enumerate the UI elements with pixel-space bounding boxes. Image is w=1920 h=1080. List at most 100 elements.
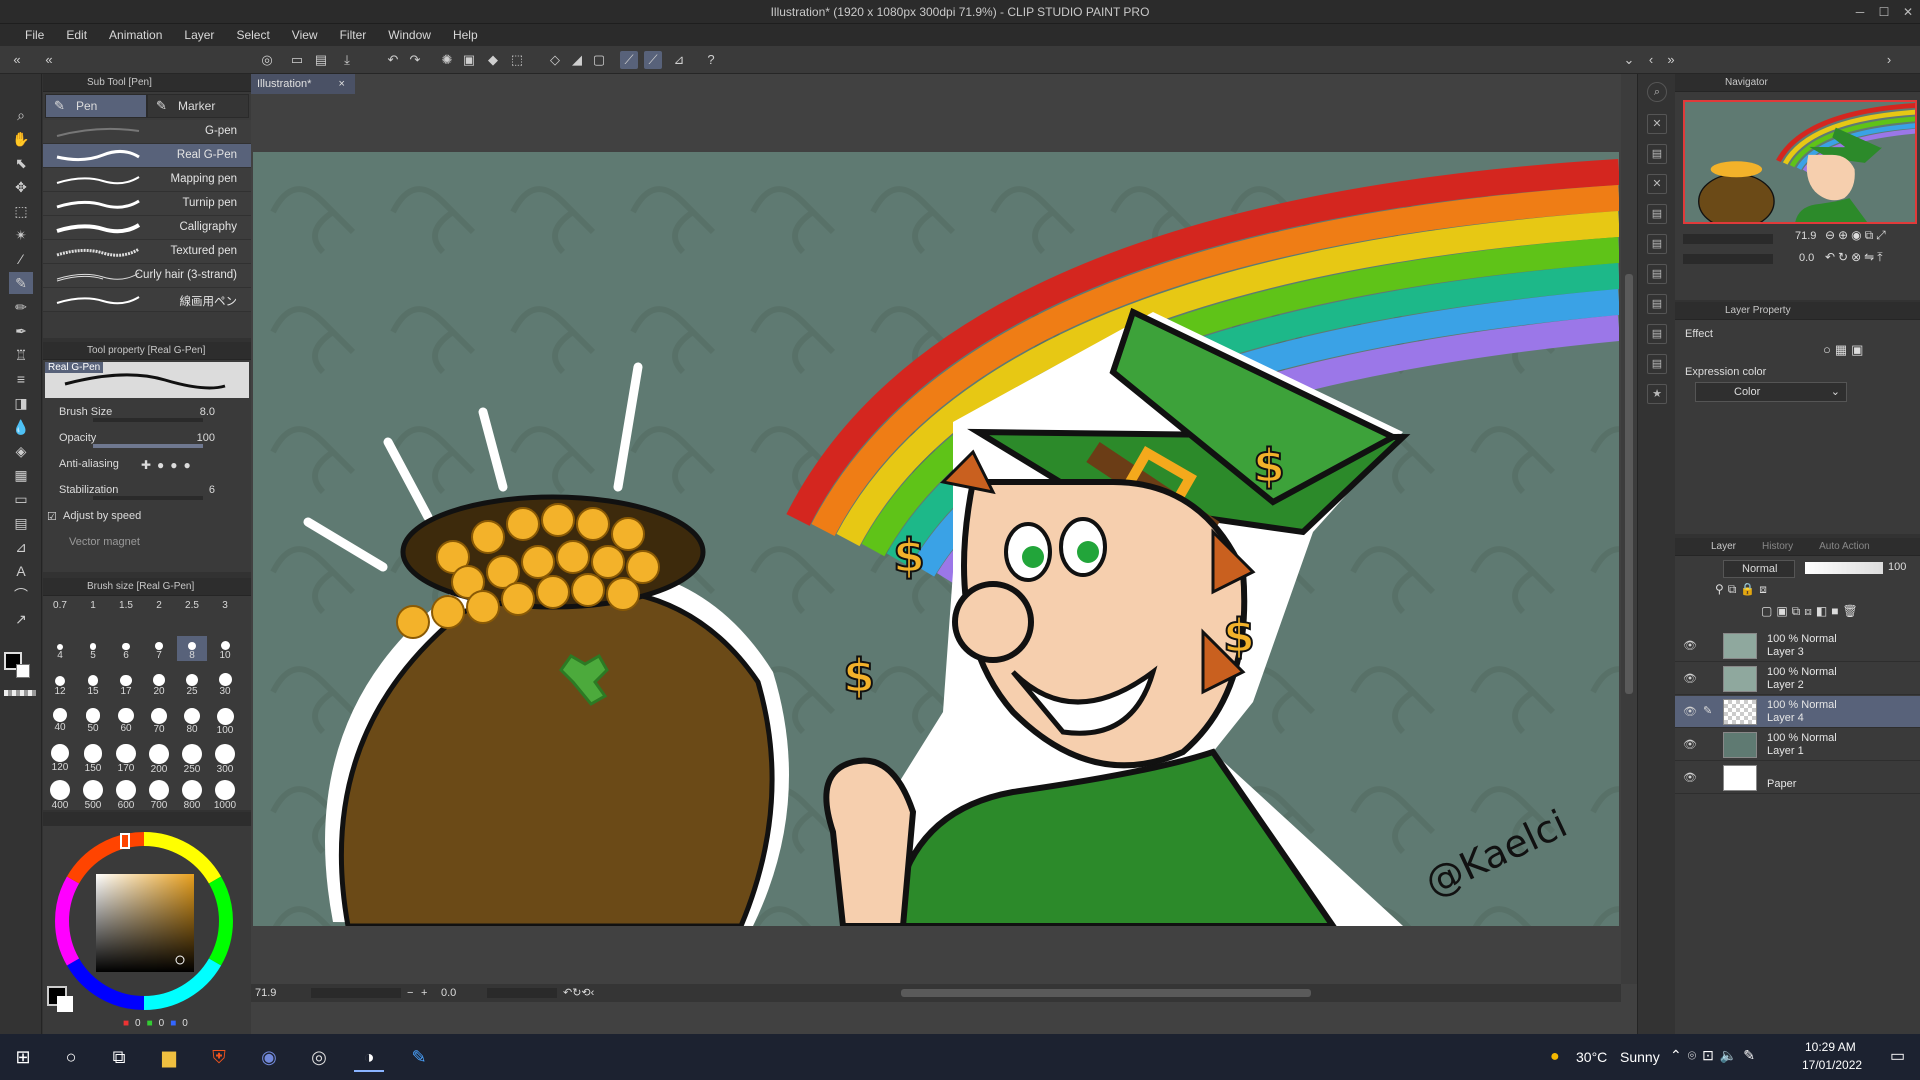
new-file-icon[interactable]: ▭ [288,51,306,69]
notification-icon[interactable]: ▭ [1890,1046,1905,1066]
menu-layer[interactable]: Layer [173,24,225,46]
material-icon[interactable]: ✕ [1647,114,1667,134]
brush-size-option[interactable]: 80 [177,708,207,735]
brush-size-row[interactable]: Brush Size 8.0 [43,400,251,426]
search-icon[interactable]: ○ [56,1042,86,1072]
tab-history[interactable]: History [1762,538,1793,555]
correct-line-icon[interactable]: ↗ [9,608,33,630]
menu-filter[interactable]: Filter [329,24,378,46]
eye-icon[interactable]: 👁 [1683,672,1697,685]
layer-name[interactable]: Layer 3 [1767,646,1804,658]
eye-icon[interactable]: 👁 [1683,738,1697,751]
blend-tool-icon[interactable]: 💧 [9,416,33,438]
clear-icon[interactable]: ✺ [438,51,456,69]
clock-date[interactable]: 17/01/2022 [1802,1058,1862,1072]
brush-size-option[interactable]: 40 [45,708,75,733]
navigator-zoom-buttons-icon[interactable]: ⊖⊕◉⧉⤢ [1825,228,1889,243]
brush-size-option[interactable]: 200 [144,744,174,775]
pencil-tool-icon[interactable]: ✏ [9,296,33,318]
discord-icon[interactable]: ◉ [254,1042,284,1072]
navigator-rotate-slider[interactable] [1683,254,1773,264]
menu-view[interactable]: View [281,24,329,46]
collapse-icon[interactable]: « [40,51,58,69]
brush-size-option[interactable]: 10 [210,636,240,661]
brush-size-option[interactable]: 5 [78,636,108,661]
sub-color-swatch[interactable] [16,664,30,678]
transform-icon[interactable]: ⬚ [508,51,526,69]
brush-size-option[interactable]: 800 [177,780,207,811]
layer-row[interactable]: 👁 Paper [1675,762,1920,794]
expand-right-icon[interactable]: » [1662,51,1680,69]
snap-ruler-icon[interactable]: ⟋ [620,51,638,69]
brush-size-option[interactable]: 170 [111,744,141,774]
navigator-thumbnail[interactable] [1683,100,1917,224]
search-icon[interactable]: ⌕ [1647,82,1667,102]
brush-size-option[interactable]: 15 [78,672,108,697]
document-tab[interactable]: Illustration* × [251,74,355,94]
pen-item-line-art[interactable]: 線画用ペン [43,288,251,312]
move-layer-icon[interactable]: ✥ [9,176,33,198]
brush-tool-icon[interactable]: ✒ [9,320,33,342]
opacity-slider[interactable] [93,444,203,448]
brush-size-option[interactable]: 1000 [210,780,240,811]
zoom-tool-icon[interactable]: ⌕ [9,104,33,126]
selection-tool-icon[interactable]: ⬚ [9,200,33,222]
panel-menu-icon[interactable]: ⌄ [1620,51,1638,69]
sub-color-chip[interactable] [57,996,73,1012]
adjust-speed-row[interactable]: ☑ Adjust by speed [43,504,251,530]
brush-size-option[interactable]: 500 [78,780,108,811]
antialiasing-row[interactable]: Anti-aliasing ✚●●● [43,452,251,478]
stabilization-value[interactable]: 6 [209,484,215,496]
material-2-icon[interactable]: ▤ [1647,144,1667,164]
angle-value[interactable]: 0.0 [441,984,456,1002]
material-9-icon[interactable]: ▤ [1647,354,1667,374]
collapse-far-right-icon[interactable]: › [1880,51,1898,69]
frame-icon[interactable]: ▤ [9,512,33,534]
material-7-icon[interactable]: ▤ [1647,294,1667,314]
minimize-button[interactable]: ─ [1848,0,1872,24]
brush-size-option[interactable]: 700 [144,780,174,811]
auto-select-icon[interactable]: ✴ [9,224,33,246]
zoom-in-icon[interactable]: + [421,984,427,1002]
brush-size-slider[interactable] [93,418,203,422]
zoom-value[interactable]: 71.9 [255,984,276,1002]
weather-temp[interactable]: 30°C [1576,1049,1607,1065]
brush-size-option[interactable]: 250 [177,744,207,775]
brush-size-option[interactable]: 400 [45,780,75,811]
maximize-button[interactable]: ☐ [1872,0,1896,24]
color-wheel[interactable] [49,826,239,1016]
brush-size-option[interactable]: 600 [111,780,141,811]
hand-tool-icon[interactable]: ✋ [9,128,33,150]
layer-name[interactable]: Layer 2 [1767,679,1804,691]
clip-studio-launcher-icon[interactable]: ◎ [304,1042,334,1072]
layer-opacity-slider[interactable] [1805,562,1883,574]
collapse-left-icon[interactable]: « [8,51,26,69]
task-view-icon[interactable]: ⧉ [104,1042,134,1072]
pen-item-textured-pen[interactable]: Textured pen [43,240,251,264]
selection-icon[interactable]: ▢ [590,51,608,69]
undo-icon[interactable]: ↶ [384,51,402,69]
brush-size-value[interactable]: 8.0 [200,406,215,418]
fill-tool-icon[interactable]: ◈ [9,440,33,462]
opacity-value[interactable]: 100 [197,432,215,444]
brush-size-option[interactable]: 8 [177,636,207,661]
tab-auto-action[interactable]: Auto Action [1819,538,1870,555]
material-6-icon[interactable]: ▤ [1647,264,1667,284]
close-button[interactable]: ✕ [1896,0,1920,24]
tray-icons[interactable]: ⌃⌾⊡🔈✎ [1670,1047,1761,1064]
clip-studio-paint-icon[interactable]: ◑ [354,1042,384,1072]
deselect-icon[interactable]: ◇ [546,51,564,69]
snap-special-ruler-icon[interactable]: ⟋ [644,51,662,69]
airbrush-icon[interactable]: ♖ [9,344,33,366]
brush-size-option[interactable]: 1.5 [111,600,141,611]
horizontal-scrollbar[interactable] [901,989,1311,997]
text-tool-icon[interactable]: A [9,560,33,582]
stabilization-row[interactable]: Stabilization 6 [43,478,251,504]
brush-size-option[interactable]: 1 [78,600,108,611]
layer-row[interactable]: 👁 100 % Normal Layer 1 [1675,729,1920,761]
invert-icon[interactable]: ◢ [568,51,586,69]
collapse-right-icon[interactable]: ‹ [1642,51,1660,69]
brush-size-option[interactable]: 50 [78,708,108,734]
rotate-icon[interactable]: ↶↻⟲‹ [563,984,594,1002]
brush-size-option[interactable]: 25 [177,672,207,697]
